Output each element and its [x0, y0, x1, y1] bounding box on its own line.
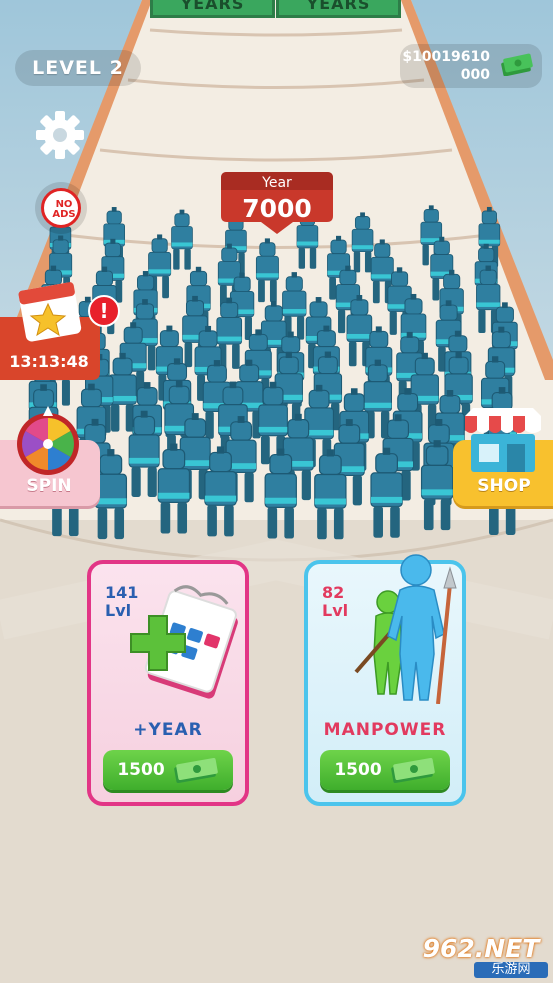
card-title: MANPOWER — [323, 720, 447, 740]
watermark-subtext: 乐游网 — [474, 962, 548, 978]
soldier — [370, 447, 403, 538]
year-label: Year — [262, 175, 292, 191]
soldier — [157, 443, 191, 534]
spin-label: SPIN — [26, 476, 72, 496]
cash-icon — [174, 758, 218, 784]
card-title: +YEAR — [133, 720, 203, 740]
soldier — [128, 410, 160, 497]
no-ads-button[interactable]: NO ADS — [35, 182, 87, 234]
no-ads-icon: NO ADS — [41, 188, 81, 228]
money-display: $10019610 000 — [400, 44, 542, 88]
cash-icon — [391, 758, 435, 784]
soldier — [171, 209, 193, 270]
money-line-2: 000 — [460, 67, 490, 83]
no-ads-label: NO ADS — [52, 199, 76, 220]
level-indicator: LEVEL 2 — [15, 50, 141, 86]
year-value: 7000 — [242, 194, 312, 223]
price-label: 1500 — [117, 760, 165, 780]
money-line-1: $10019610 — [402, 49, 490, 65]
soldier — [314, 449, 347, 540]
upgrade-card-manpower[interactable]: 82 Lvl MANPOWER 1500 — [304, 554, 466, 806]
level-label: LEVEL 2 — [32, 57, 124, 79]
cash-stack-icon — [501, 53, 533, 76]
watermark-text: 962.NET — [422, 934, 540, 963]
shop-label: SHOP — [477, 476, 531, 496]
soldier — [204, 446, 237, 537]
buy-year-button[interactable]: 1500 — [103, 750, 233, 790]
money-amount: $10019610 000 — [400, 48, 490, 84]
gear-icon[interactable] — [34, 109, 86, 161]
watermark: 962.NET 乐游网 — [414, 934, 548, 980]
stickmen-spear-icon — [354, 554, 457, 704]
soldier — [420, 440, 454, 531]
price-label: 1500 — [334, 760, 382, 780]
calendar-plus-icon — [130, 585, 238, 699]
soldier — [351, 212, 374, 273]
calendar-star-icon — [18, 282, 82, 342]
upgrade-card-year[interactable]: 141 Lvl +YEAR 1500 — [87, 560, 249, 806]
shop-icon — [465, 408, 541, 472]
prize-wheel-icon — [17, 406, 79, 475]
soldier — [264, 448, 297, 539]
alert-badge: ! — [88, 295, 120, 327]
soldier — [255, 238, 279, 303]
daily-timer: 13:13:48 — [9, 352, 89, 371]
buy-manpower-button[interactable]: 1500 — [320, 750, 450, 790]
